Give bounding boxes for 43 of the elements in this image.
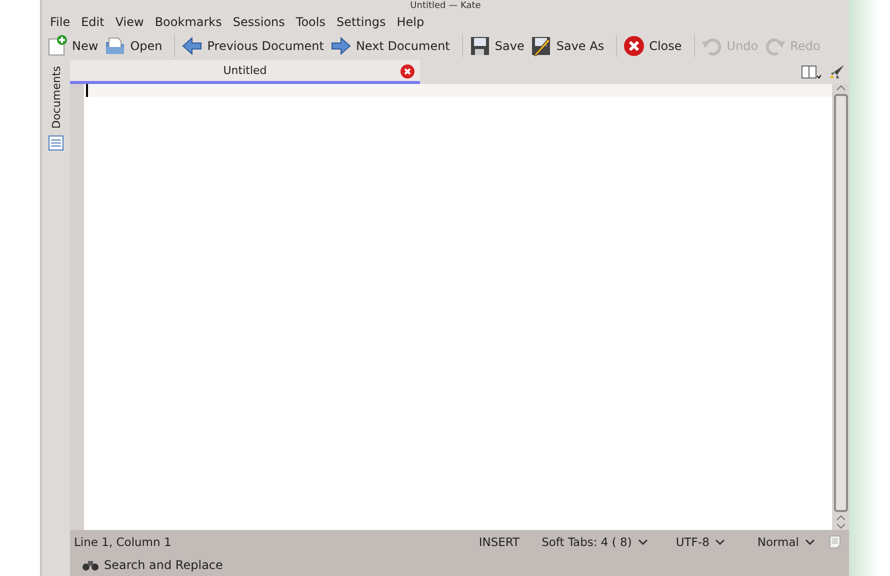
toolbar-button[interactable]: Previous Document (181, 35, 330, 57)
cursor-position: Line 1, Column 1 (74, 535, 172, 549)
rocket-icon[interactable] (829, 64, 845, 80)
toolbar-button[interactable]: Save As (530, 35, 610, 57)
right-arrow-icon (330, 35, 352, 57)
chevron-down-icon (805, 538, 815, 546)
left-arrow-icon (181, 35, 204, 57)
document-icon (829, 535, 841, 549)
toolbar-button[interactable]: Open (104, 35, 168, 57)
folder-icon (104, 35, 126, 57)
window-title: Untitled — Kate (410, 1, 481, 11)
binoculars-icon (82, 559, 99, 571)
toolbar-button[interactable]: Close (623, 35, 688, 57)
highlight-dropdown[interactable]: Normal (757, 535, 815, 549)
toolbar-button[interactable]: Next Document (330, 35, 456, 57)
floppy-disk-pencil-icon (530, 35, 552, 57)
menu-item[interactable]: Help (394, 15, 432, 29)
menu-item[interactable]: Edit (78, 15, 112, 29)
new-document-icon (46, 35, 68, 57)
scroll-up-icon[interactable] (836, 84, 846, 92)
close-icon[interactable] (400, 64, 415, 79)
toolbar-button[interactable]: New (46, 35, 104, 57)
scroll-down-icon[interactable] (836, 522, 846, 530)
indentation-dropdown[interactable]: Soft Tabs: 4 ( 8) (542, 535, 648, 549)
document-list-icon (48, 134, 64, 151)
toolbar-button[interactable]: Save (468, 35, 530, 57)
scrollbar-thumb[interactable] (834, 94, 848, 512)
menu-item[interactable]: View (112, 15, 152, 29)
menu-item[interactable]: Tools (292, 15, 334, 29)
scroll-up-icon[interactable] (836, 514, 846, 522)
menu-item[interactable]: Bookmarks (152, 15, 230, 29)
chevron-down-icon (638, 538, 648, 546)
sidebar-tab[interactable]: Documents (50, 64, 62, 131)
document-tab[interactable]: Untitled (70, 60, 420, 84)
menu-item[interactable]: File (47, 15, 78, 29)
menu-item[interactable]: Sessions (230, 15, 293, 29)
input-mode[interactable]: INSERT (478, 535, 520, 549)
search-and-replace-button[interactable]: Search and Replace (76, 557, 229, 573)
chevron-down-icon (715, 538, 726, 546)
encoding-dropdown[interactable]: UTF-8 (676, 535, 726, 549)
close-icon (623, 35, 646, 57)
menu-item[interactable]: Settings (333, 15, 394, 29)
split-view-icon[interactable] (801, 64, 821, 80)
